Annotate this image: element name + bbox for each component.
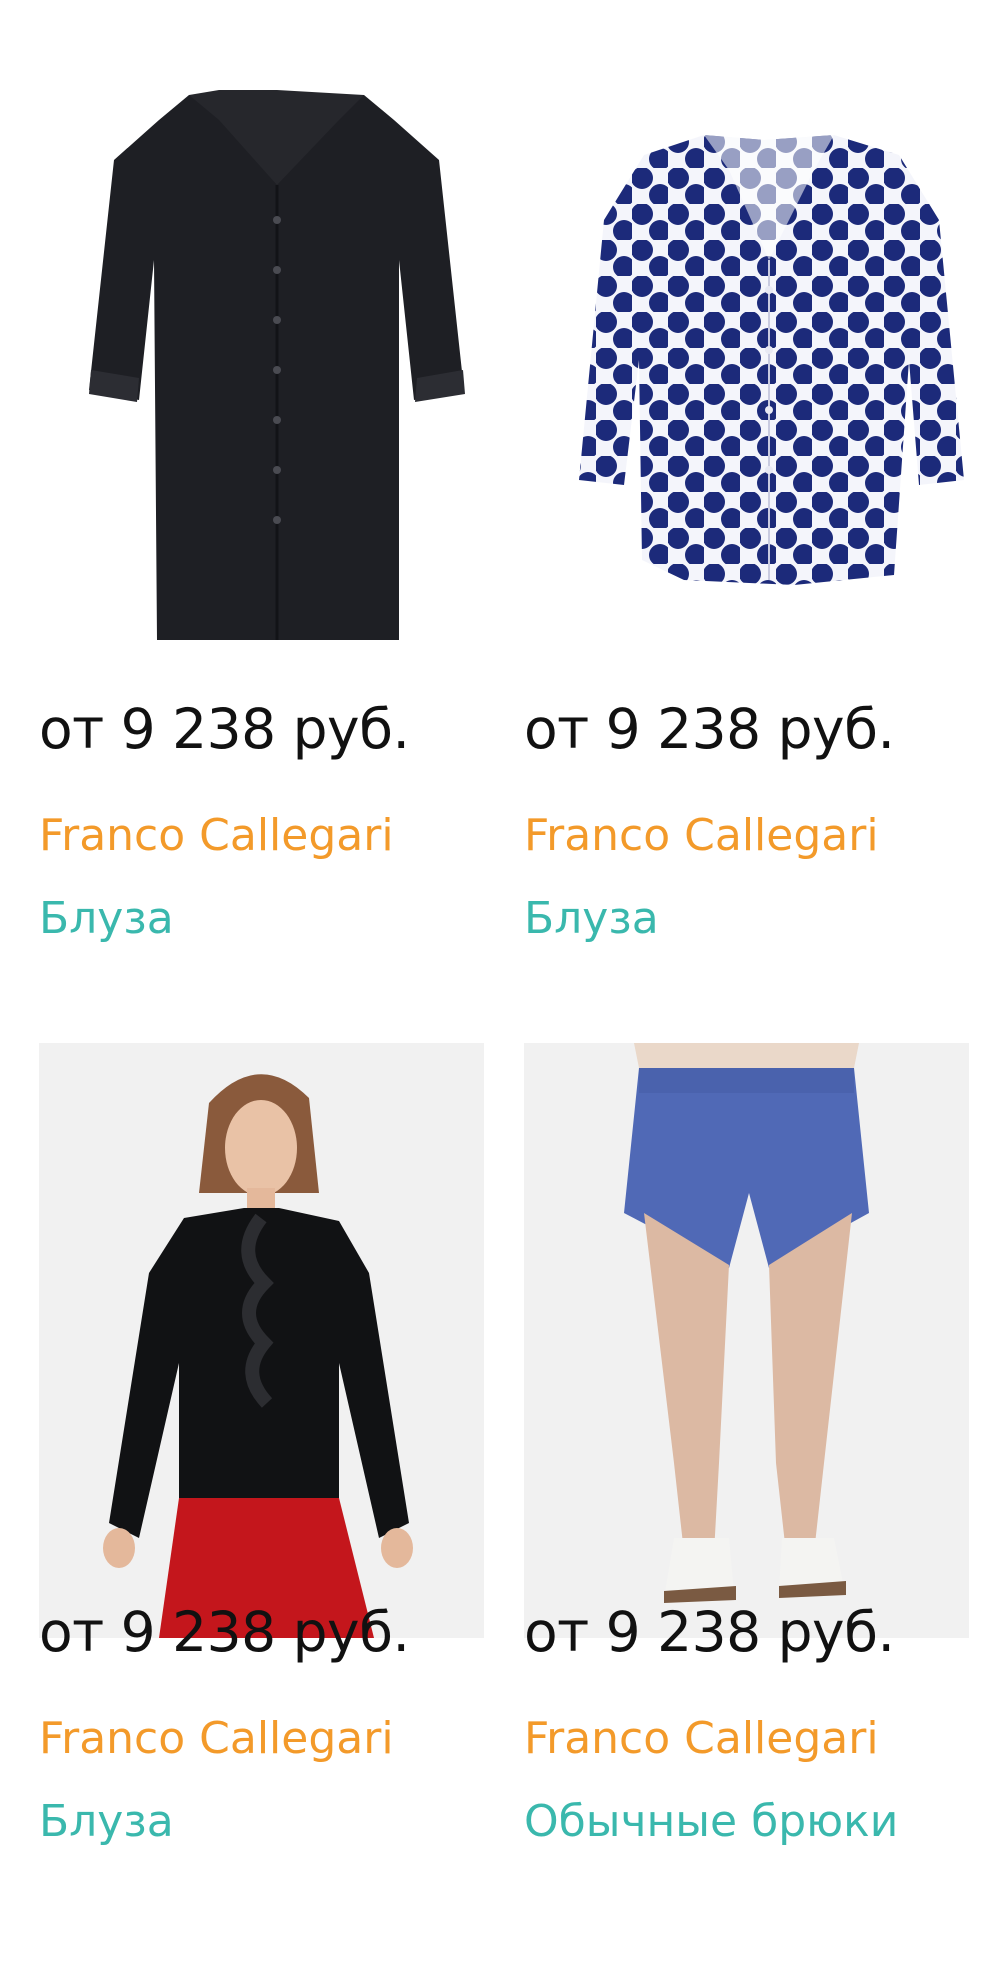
product-type[interactable]: Блуза [524,893,659,944]
product-brand[interactable]: Franco Callegari [524,1713,879,1764]
product-card[interactable]: от 9 238 руб. Franco Callegari Блуза [39,60,484,944]
product-brand[interactable]: Franco Callegari [524,810,879,861]
product-grid: от 9 238 руб. Franco Callegari Блуза от … [0,0,1000,1979]
product-card[interactable]: от 9 238 руб. Franco Callegari Блуза [39,1043,484,1847]
product-card[interactable]: от 9 238 руб. Franco Callegari Блуза [524,60,969,944]
product-image-polka-dot-blouse[interactable] [524,60,969,655]
product-brand[interactable]: Franco Callegari [39,1713,394,1764]
product-card[interactable]: от 9 238 руб. Franco Callegari Обычные б… [524,1043,969,1847]
product-type[interactable]: Обычные брюки [524,1796,898,1847]
product-type[interactable]: Блуза [39,893,174,944]
product-type[interactable]: Блуза [39,1796,174,1847]
product-price: от 9 238 руб. [39,1600,410,1664]
product-price: от 9 238 руб. [524,697,895,761]
product-brand[interactable]: Franco Callegari [39,810,394,861]
product-image-black-tunic[interactable] [39,60,484,655]
product-price: от 9 238 руб. [39,697,410,761]
product-price: от 9 238 руб. [524,1600,895,1664]
product-image-blue-shorts[interactable] [524,1043,969,1638]
product-image-ruffle-blouse[interactable] [39,1043,484,1638]
